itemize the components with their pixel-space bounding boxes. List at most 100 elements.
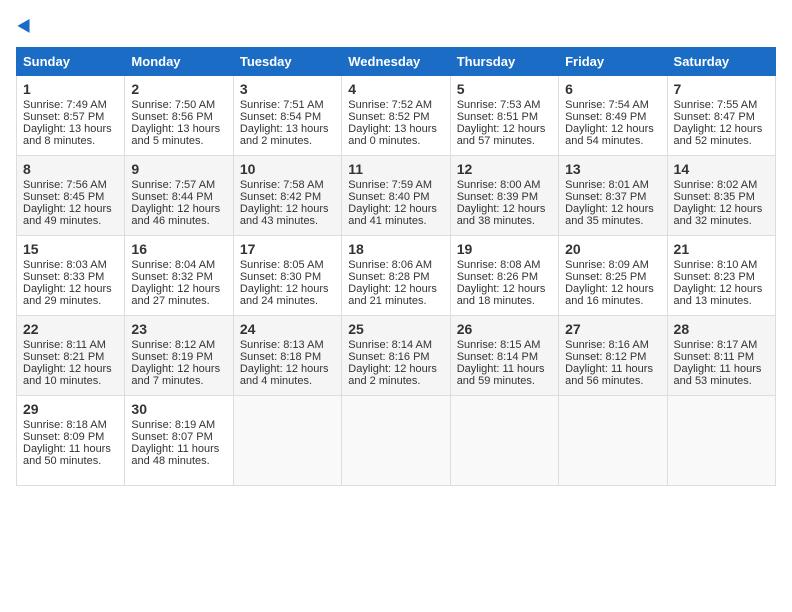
calendar-cell: 22 Sunrise: 8:11 AMSunset: 8:21 PMDayligh…: [17, 316, 125, 396]
daylight: Daylight: 12 hours and 10 minutes.: [23, 363, 112, 387]
sunset: Sunset: 8:16 PM: [348, 351, 429, 363]
calendar-week-row: 22Sunrise: 8:11 AMSunset: 8:21 PMDayligh…: [17, 316, 776, 396]
calendar-cell: 23Sunrise: 8:12 AMSunset: 8:19 PMDayligh…: [125, 316, 233, 396]
header-day: Saturday: [667, 48, 775, 76]
daylight: Daylight: 12 hours and 32 minutes.: [674, 203, 763, 227]
header-day: Wednesday: [342, 48, 450, 76]
sunset: Sunset: 8:26 PM: [457, 271, 538, 283]
sunset: Sunset: 8:57 PM: [23, 111, 104, 123]
calendar-cell: 14Sunrise: 8:02 AMSunset: 8:35 PMDayligh…: [667, 156, 775, 236]
sunrise: Sunrise: 7:49 AM: [23, 99, 107, 111]
day-number: 8: [23, 161, 118, 177]
day-number: 7: [674, 81, 769, 97]
sunrise: Sunrise: 8:11 AM: [23, 339, 106, 351]
day-number: 19: [457, 241, 552, 257]
daylight: Daylight: 12 hours and 49 minutes.: [23, 203, 112, 227]
sunset: Sunset: 8:54 PM: [240, 111, 321, 123]
sunset: Sunset: 8:33 PM: [23, 271, 104, 283]
calendar-cell: 4Sunrise: 7:52 AMSunset: 8:52 PMDaylight…: [342, 76, 450, 156]
calendar-cell: 29 Sunrise: 8:18 AMSunset: 8:09 PMDayligh…: [17, 396, 125, 486]
sunset: Sunset: 8:23 PM: [674, 271, 755, 283]
day-number: 10: [240, 161, 335, 177]
sunset: Sunset: 8:35 PM: [674, 191, 755, 203]
sunset: Sunset: 8:32 PM: [131, 271, 212, 283]
logo-icon: [17, 16, 35, 34]
sunset: Sunset: 8:56 PM: [131, 111, 212, 123]
day-number: 16: [131, 241, 226, 257]
calendar-cell: 8Sunrise: 7:56 AMSunset: 8:45 PMDaylight…: [17, 156, 125, 236]
sunrise: Sunrise: 8:02 AM: [674, 179, 758, 191]
calendar-cell: 1Sunrise: 7:49 AMSunset: 8:57 PMDaylight…: [17, 76, 125, 156]
sunset: Sunset: 8:47 PM: [674, 111, 755, 123]
sunset: Sunset: 8:09 PM: [23, 431, 104, 443]
calendar-cell: 5Sunrise: 7:53 AMSunset: 8:51 PMDaylight…: [450, 76, 558, 156]
sunrise: Sunrise: 8:19 AM: [131, 419, 215, 431]
sunrise: Sunrise: 8:06 AM: [348, 259, 432, 271]
daylight: Daylight: 12 hours and 35 minutes.: [565, 203, 654, 227]
calendar-cell: 9Sunrise: 7:57 AMSunset: 8:44 PMDaylight…: [125, 156, 233, 236]
calendar-cell: [559, 396, 667, 486]
day-number: 4: [348, 81, 443, 97]
daylight: Daylight: 13 hours and 8 minutes.: [23, 123, 112, 147]
calendar-cell: [667, 396, 775, 486]
sunset: Sunset: 8:25 PM: [565, 271, 646, 283]
sunrise: Sunrise: 7:53 AM: [457, 99, 541, 111]
calendar-cell: 16Sunrise: 8:04 AMSunset: 8:32 PMDayligh…: [125, 236, 233, 316]
day-number: 18: [348, 241, 443, 257]
day-number: 25: [348, 321, 443, 337]
sunset: Sunset: 8:07 PM: [131, 431, 212, 443]
sunrise: Sunrise: 7:54 AM: [565, 99, 649, 111]
sunset: Sunset: 8:18 PM: [240, 351, 321, 363]
sunrise: Sunrise: 8:12 AM: [131, 339, 215, 351]
sunrise: Sunrise: 8:17 AM: [674, 339, 758, 351]
calendar-cell: 19 Sunrise: 8:08 AMSunset: 8:26 PMDayligh…: [450, 236, 558, 316]
daylight: Daylight: 12 hours and 13 minutes.: [674, 283, 763, 307]
sunrise: Sunrise: 8:01 AM: [565, 179, 649, 191]
daylight: Daylight: 12 hours and 2 minutes.: [348, 363, 437, 387]
day-number: 3: [240, 81, 335, 97]
daylight: Daylight: 12 hours and 38 minutes.: [457, 203, 546, 227]
daylight: Daylight: 12 hours and 29 minutes.: [23, 283, 112, 307]
day-number: 13: [565, 161, 660, 177]
sunrise: Sunrise: 7:57 AM: [131, 179, 215, 191]
sunset: Sunset: 8:52 PM: [348, 111, 429, 123]
daylight: Daylight: 12 hours and 16 minutes.: [565, 283, 654, 307]
header: [16, 16, 776, 39]
header-day: Monday: [125, 48, 233, 76]
daylight: Daylight: 12 hours and 21 minutes.: [348, 283, 437, 307]
sunrise: Sunrise: 8:18 AM: [23, 419, 107, 431]
daylight: Daylight: 11 hours and 59 minutes.: [457, 363, 545, 387]
sunset: Sunset: 8:12 PM: [565, 351, 646, 363]
day-number: 23: [131, 321, 226, 337]
calendar-header-row: SundayMondayTuesdayWednesdayThursdayFrid…: [17, 48, 776, 76]
sunrise: Sunrise: 7:52 AM: [348, 99, 432, 111]
daylight: Daylight: 12 hours and 18 minutes.: [457, 283, 546, 307]
calendar-cell: 7Sunrise: 7:55 AMSunset: 8:47 PMDaylight…: [667, 76, 775, 156]
header-day: Sunday: [17, 48, 125, 76]
daylight: Daylight: 12 hours and 54 minutes.: [565, 123, 654, 147]
daylight: Daylight: 11 hours and 53 minutes.: [674, 363, 762, 387]
daylight: Daylight: 12 hours and 46 minutes.: [131, 203, 220, 227]
sunrise: Sunrise: 8:08 AM: [457, 259, 541, 271]
daylight: Daylight: 11 hours and 50 minutes.: [23, 443, 111, 467]
sunset: Sunset: 8:42 PM: [240, 191, 321, 203]
day-number: 15: [23, 241, 118, 257]
calendar-cell: 15Sunrise: 8:03 AMSunset: 8:33 PMDayligh…: [17, 236, 125, 316]
day-number: 20: [565, 241, 660, 257]
sunrise: Sunrise: 7:59 AM: [348, 179, 432, 191]
day-number: 28: [674, 321, 769, 337]
sunset: Sunset: 8:40 PM: [348, 191, 429, 203]
calendar-cell: 6Sunrise: 7:54 AMSunset: 8:49 PMDaylight…: [559, 76, 667, 156]
calendar-cell: [233, 396, 341, 486]
sunset: Sunset: 8:45 PM: [23, 191, 104, 203]
day-number: 30: [131, 401, 226, 417]
calendar-cell: 21Sunrise: 8:10 AMSunset: 8:23 PMDayligh…: [667, 236, 775, 316]
day-number: 29: [23, 401, 118, 417]
calendar-cell: 10Sunrise: 7:58 AMSunset: 8:42 PMDayligh…: [233, 156, 341, 236]
daylight: Daylight: 12 hours and 52 minutes.: [674, 123, 763, 147]
daylight: Daylight: 12 hours and 43 minutes.: [240, 203, 329, 227]
day-number: 22: [23, 321, 118, 337]
daylight: Daylight: 12 hours and 57 minutes.: [457, 123, 546, 147]
day-number: 2: [131, 81, 226, 97]
sunset: Sunset: 8:21 PM: [23, 351, 104, 363]
